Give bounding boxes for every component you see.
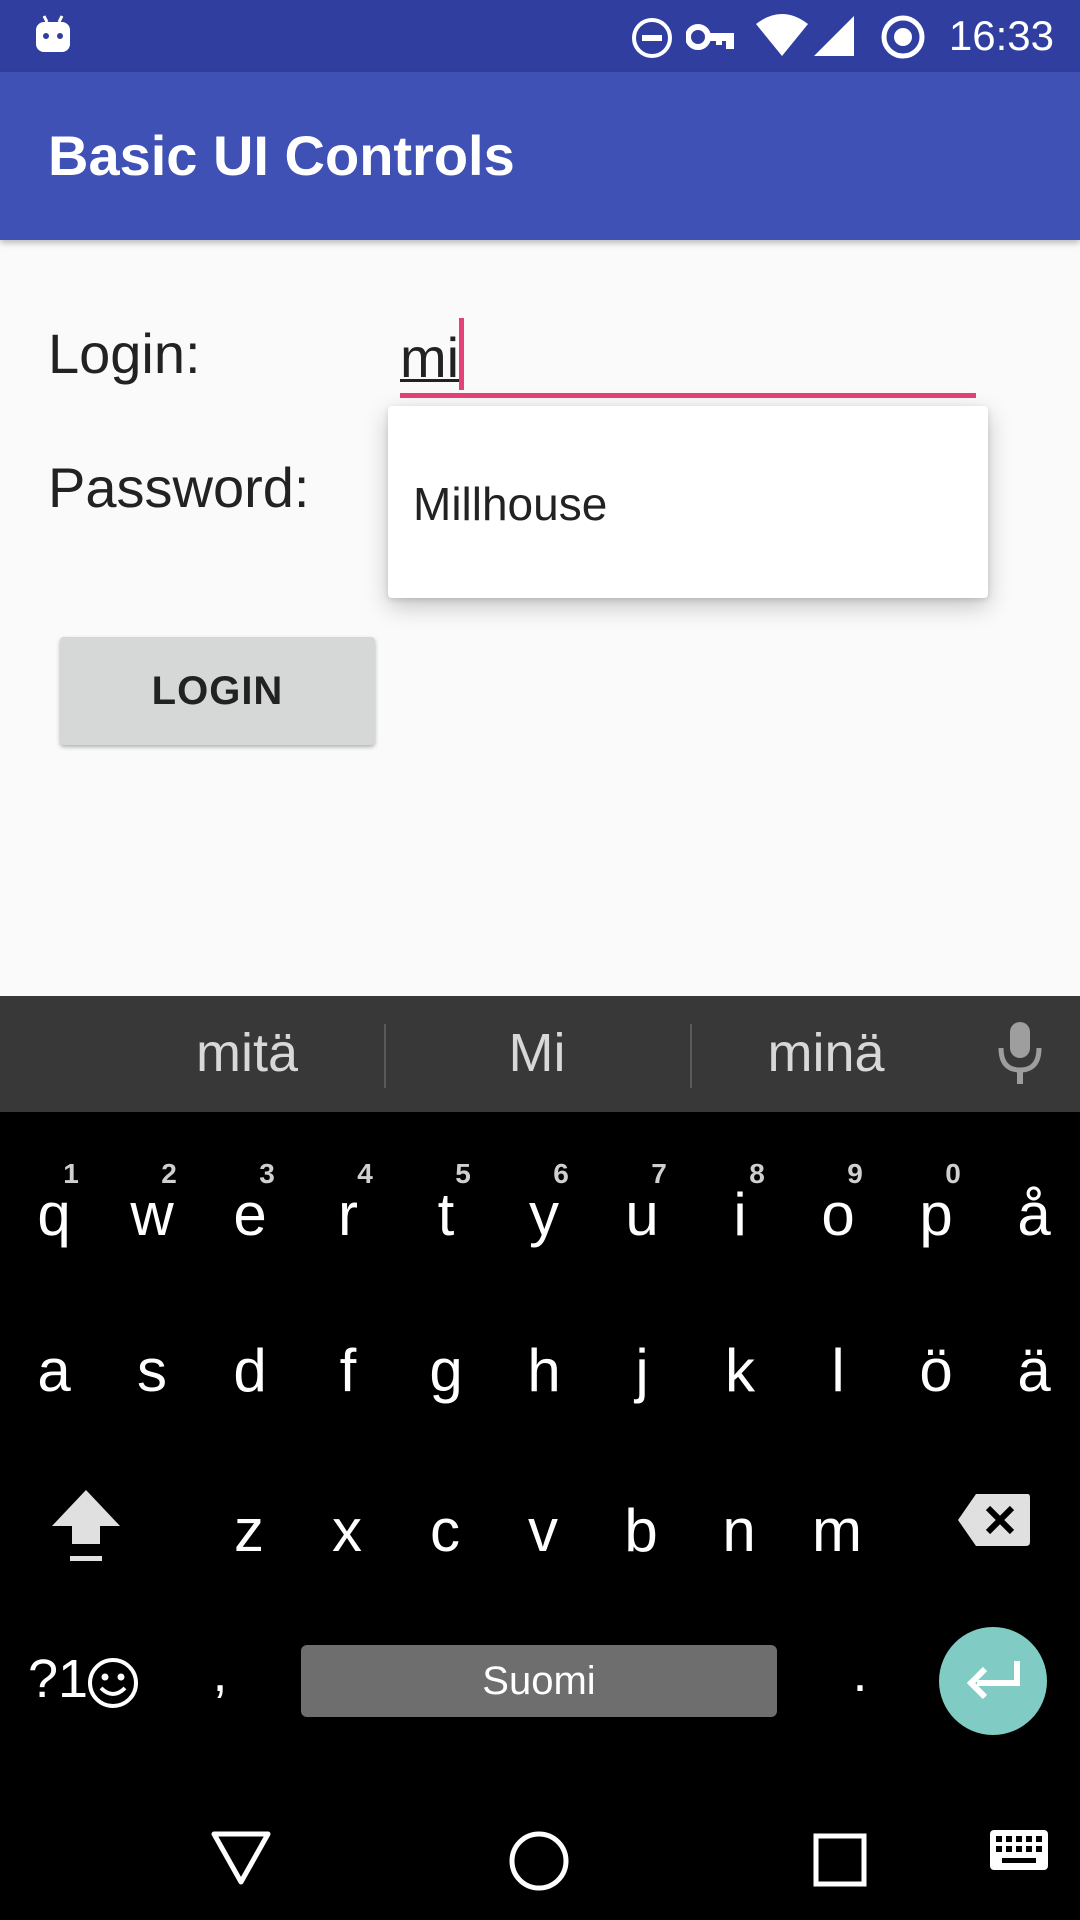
mic-icon[interactable] [996, 1020, 1044, 1091]
android-icon [34, 14, 72, 61]
status-bar: 16:33 [0, 0, 1080, 72]
key-label: y [529, 1181, 559, 1248]
suggestion-strip: mitä Mi minä [0, 996, 1080, 1112]
app-title: Basic UI Controls [48, 124, 515, 187]
key-e[interactable]: 3e [201, 1130, 299, 1280]
key-c[interactable]: c [396, 1452, 494, 1602]
symbols-key[interactable]: ?1 [28, 1646, 88, 1712]
key-z[interactable]: z [200, 1452, 298, 1602]
key-label: z [234, 1497, 264, 1564]
key-m[interactable]: m [788, 1452, 886, 1602]
key-w[interactable]: 2w [103, 1130, 201, 1280]
autocomplete-item[interactable]: Millhouse [413, 476, 607, 532]
key-label: å [1017, 1181, 1051, 1248]
key-label: ä [1017, 1337, 1051, 1404]
key-s[interactable]: s [103, 1292, 201, 1442]
key-b[interactable]: b [592, 1452, 690, 1602]
key-t[interactable]: 5t [397, 1130, 495, 1280]
key-label: f [339, 1337, 357, 1404]
key-h[interactable]: h [495, 1292, 593, 1442]
keyboard-switch-icon[interactable] [988, 1828, 1050, 1877]
key-label: v [528, 1497, 558, 1564]
login-button[interactable]: LOGIN [60, 637, 375, 745]
recents-icon[interactable] [812, 1832, 868, 1893]
key-label: d [233, 1337, 267, 1404]
suggestion-item[interactable]: Mi [407, 1020, 667, 1086]
key-j[interactable]: j [593, 1292, 691, 1442]
wifi-icon [754, 14, 810, 63]
key-label: k [725, 1337, 755, 1404]
space-key[interactable]: Suomi [301, 1645, 777, 1717]
text-cursor [459, 318, 464, 390]
key-r[interactable]: 4r [299, 1130, 397, 1280]
key-y[interactable]: 6y [495, 1130, 593, 1280]
key-d[interactable]: d [201, 1292, 299, 1442]
key-l[interactable]: l [789, 1292, 887, 1442]
key-p[interactable]: 0p [887, 1130, 985, 1280]
shift-icon[interactable] [48, 1486, 124, 1569]
status-clock: 16:33 [948, 12, 1054, 59]
login-input[interactable]: mi [400, 318, 976, 398]
signal-icon [812, 14, 856, 63]
enter-icon [963, 1657, 1023, 1706]
key-label: g [429, 1337, 463, 1404]
back-icon[interactable] [210, 1830, 272, 1891]
key-ä[interactable]: ä [985, 1292, 1080, 1442]
key-label: u [625, 1181, 659, 1248]
key-label: j [635, 1337, 649, 1404]
key-label: h [527, 1337, 561, 1404]
key-label: w [130, 1181, 174, 1248]
key-x[interactable]: x [298, 1452, 396, 1602]
key-label: x [332, 1497, 362, 1564]
login-input-value: mi [400, 326, 460, 389]
key-label: a [37, 1337, 71, 1404]
navigation-bar [0, 1800, 1080, 1920]
key-v[interactable]: v [494, 1452, 592, 1602]
smiley-icon[interactable] [86, 1656, 140, 1715]
key-label: p [919, 1181, 953, 1248]
period-key[interactable]: . [840, 1640, 880, 1706]
suggestion-item[interactable]: minä [696, 1020, 956, 1086]
app-bar: Basic UI Controls [0, 72, 1080, 240]
key-å[interactable]: å [985, 1130, 1080, 1280]
key-label: r [338, 1181, 358, 1248]
key-q[interactable]: 1q [5, 1130, 103, 1280]
key-a[interactable]: a [5, 1292, 103, 1442]
key-label: o [821, 1181, 855, 1248]
key-label: q [37, 1181, 71, 1248]
key-g[interactable]: g [397, 1292, 495, 1442]
comma-key[interactable]: , [200, 1640, 240, 1706]
key-label: l [831, 1337, 845, 1404]
key-label: b [624, 1497, 658, 1564]
key-label: ö [919, 1337, 953, 1404]
password-label: Password: [48, 456, 310, 519]
key-label: i [733, 1181, 747, 1248]
key-label: m [812, 1497, 862, 1564]
key-label: e [233, 1181, 267, 1248]
suggestion-divider [384, 1024, 386, 1088]
key-label: n [722, 1497, 756, 1564]
key-o[interactable]: 9o [789, 1130, 887, 1280]
key-f[interactable]: f [299, 1292, 397, 1442]
key-ö[interactable]: ö [887, 1292, 985, 1442]
enter-key[interactable] [939, 1627, 1047, 1735]
key-label: c [430, 1497, 460, 1564]
home-icon[interactable] [508, 1830, 570, 1897]
suggestion-item[interactable]: mitä [117, 1020, 377, 1086]
login-label: Login: [48, 322, 201, 385]
sync-icon [880, 14, 926, 65]
key-n[interactable]: n [690, 1452, 788, 1602]
key-i[interactable]: 8i [691, 1130, 789, 1280]
key-u[interactable]: 7u [593, 1130, 691, 1280]
dnd-icon [630, 16, 674, 65]
backspace-icon[interactable] [956, 1492, 1032, 1553]
autocomplete-dropdown: Millhouse [388, 406, 988, 598]
key-label: s [137, 1337, 167, 1404]
key-label: t [437, 1181, 455, 1248]
key-icon [685, 20, 736, 59]
suggestion-divider [690, 1024, 692, 1088]
key-k[interactable]: k [691, 1292, 789, 1442]
